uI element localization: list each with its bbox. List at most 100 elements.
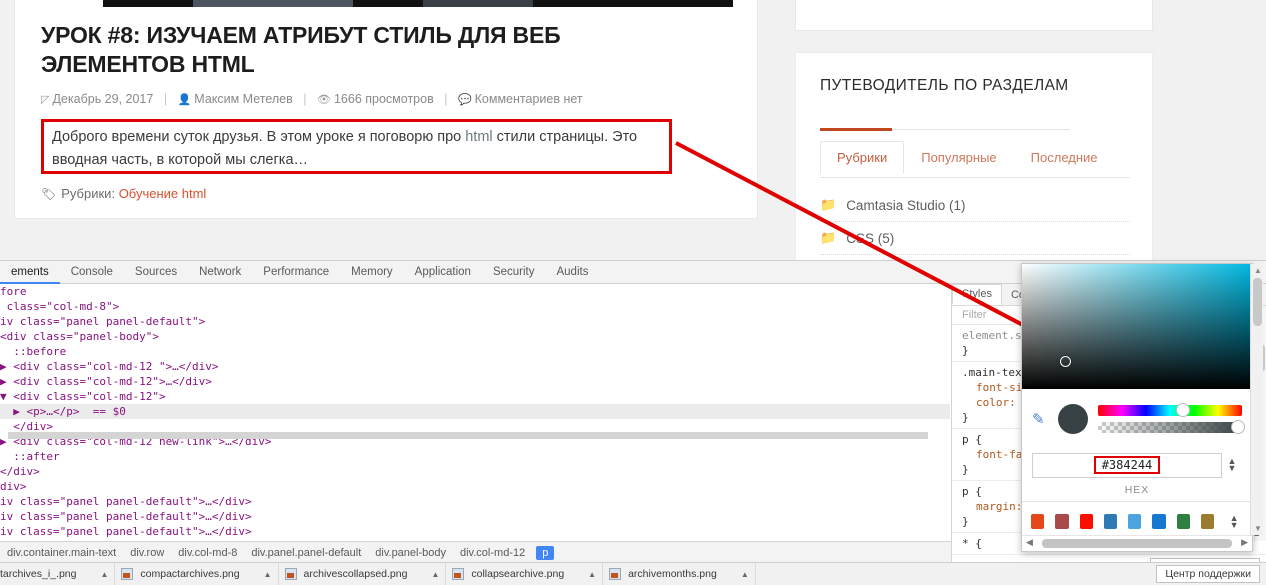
clock-icon: ◸ — [41, 94, 50, 106]
download-item[interactable]: archivemonths.png ▲ — [603, 563, 756, 585]
palette-swatch[interactable] — [1200, 514, 1215, 529]
sidebar-tab-rubriki[interactable]: Рубрики — [820, 141, 905, 174]
dom-line[interactable]: fore — [0, 284, 950, 299]
tab-network[interactable]: Network — [188, 261, 252, 284]
palette-swatch[interactable] — [1152, 514, 1166, 529]
breadcrumb-item[interactable]: div.panel.panel-default — [244, 547, 368, 559]
download-filename: compactarchives.png — [140, 568, 240, 580]
palette-swatch[interactable] — [1079, 514, 1093, 529]
chevron-up-icon[interactable]: ▲ — [588, 570, 596, 579]
palette-swatch[interactable] — [1031, 514, 1045, 529]
chevron-up-icon[interactable]: ▲ — [100, 570, 108, 579]
dom-line[interactable]: iv class="panel panel-default">…</div> — [0, 509, 950, 524]
dom-line[interactable]: iv class="panel panel-default">…</div> — [0, 494, 950, 509]
color-picker-popover[interactable]: ✎ #384244 ▲ ▼ HEX ▲ ▼ ◀ ▶ ▲ ▼ — [1021, 263, 1263, 552]
hue-slider[interactable] — [1098, 403, 1242, 417]
scrollbar-thumb[interactable] — [1042, 539, 1232, 548]
dom-line[interactable]: ::after — [0, 449, 950, 464]
scroll-down-icon[interactable]: ▼ — [1254, 524, 1262, 533]
folder-icon: 📁 — [820, 230, 837, 245]
article-thumbnail — [103, 0, 733, 7]
dom-line[interactable]: iv class="panel panel-default">…</div> — [0, 524, 950, 539]
folder-icon: 📁 — [820, 197, 837, 212]
hex-input-field[interactable]: #384244 — [1032, 452, 1222, 478]
thumbnail-strip-b — [423, 0, 533, 7]
download-filename: collapsearchive.png — [471, 568, 565, 580]
tab-audits[interactable]: Audits — [545, 261, 599, 284]
alpha-slider-handle[interactable] — [1231, 420, 1245, 434]
download-item[interactable]: collapsearchive.png ▲ — [446, 563, 604, 585]
color-spectrum-knob[interactable] — [1060, 356, 1071, 367]
chevron-up-icon[interactable]: ▲ — [741, 570, 749, 579]
palette-swatch[interactable] — [1128, 514, 1142, 529]
dom-line[interactable]: </div> — [0, 464, 950, 479]
dom-inline-scrollbar[interactable] — [8, 432, 928, 439]
download-item[interactable]: tarchives_i_.png ▲ — [0, 563, 116, 585]
dom-line[interactable]: ▼ <div class="col-md-12"> — [0, 389, 950, 404]
tab-performance[interactable]: Performance — [252, 261, 340, 284]
dom-line[interactable]: class="col-md-8"> — [0, 299, 950, 314]
sidebar-tab-popular[interactable]: Популярные — [904, 141, 1013, 174]
download-item[interactable]: archivescollapsed.png ▲ — [279, 563, 447, 585]
chevron-up-icon[interactable]: ▲ — [431, 570, 439, 579]
palette-swatch[interactable] — [1055, 514, 1069, 529]
download-item[interactable]: compactarchives.png ▲ — [115, 563, 279, 585]
list-item[interactable]: 📁 CSS (5) — [820, 222, 1130, 255]
palette-swatch[interactable] — [1103, 514, 1118, 529]
dom-line[interactable]: iv class="panel panel-default"> — [0, 314, 950, 329]
breadcrumb-item[interactable]: div.col-md-12 — [453, 547, 532, 559]
color-preview-swatch — [1058, 404, 1088, 434]
eyedropper-icon[interactable]: ✎ — [1032, 410, 1058, 428]
tab-elements[interactable]: ements — [0, 261, 60, 284]
scroll-right-icon[interactable]: ▶ — [1241, 537, 1248, 548]
list-item[interactable]: 📁 Camtasia Studio (1) — [820, 189, 1130, 222]
dom-line-selected[interactable]: ▶ <p>…</p> == $0 — [0, 404, 950, 419]
thumbnail-strip-a — [193, 0, 353, 7]
dom-line[interactable]: div> — [0, 479, 950, 494]
chevron-up-icon[interactable]: ▲ — [264, 570, 272, 579]
article-views: 1666 просмотров — [333, 92, 434, 106]
article-author: Максим Метелев — [194, 92, 293, 106]
breadcrumb-item[interactable]: div.col-md-8 — [171, 547, 244, 559]
article-categories: 🏷 Рубрики: Обучение html — [41, 186, 737, 201]
download-filename: tarchives_i_.png — [0, 568, 77, 580]
color-spectrum[interactable] — [1022, 264, 1252, 389]
category-link[interactable]: Обучение html — [119, 186, 207, 201]
article-excerpt: Доброго времени суток друзья. В этом уро… — [52, 126, 661, 172]
dom-line[interactable]: ▶ <div class="col-md-12 ">…</div> — [0, 359, 950, 374]
sidebar-tab-latest[interactable]: Последние — [1014, 141, 1115, 174]
tab-styles[interactable]: Styles — [952, 284, 1002, 305]
breadcrumb-item[interactable]: div.row — [123, 547, 171, 559]
tray-notification[interactable]: Центр поддержки — [1156, 565, 1260, 583]
format-stepper[interactable]: ▲ ▼ — [1222, 457, 1242, 473]
palette-swatch[interactable] — [1176, 514, 1190, 529]
scroll-up-icon[interactable]: ▲ — [1254, 266, 1262, 275]
hue-slider-handle[interactable] — [1175, 403, 1190, 417]
article-comments: Комментариев нет — [474, 92, 583, 106]
styles-outer-scrollbar[interactable]: ▲ ▼ — [1250, 264, 1263, 535]
tab-memory[interactable]: Memory — [340, 261, 404, 284]
tag-icon: 🏷 — [41, 187, 57, 201]
file-image-icon — [284, 568, 297, 580]
tab-application[interactable]: Application — [404, 261, 482, 284]
breadcrumb-item[interactable]: div.panel-body — [368, 547, 453, 559]
palette-horizontal-scrollbar[interactable]: ◀ ▶ — [1022, 535, 1252, 551]
scroll-left-icon[interactable]: ◀ — [1026, 537, 1033, 548]
dom-tree[interactable]: fore class="col-md-8"> iv class="panel p… — [0, 284, 950, 539]
tab-security[interactable]: Security — [482, 261, 546, 284]
tab-console[interactable]: Console — [60, 261, 124, 284]
sidebar-category-list: 📁 Camtasia Studio (1) 📁 CSS (5) — [820, 189, 1130, 255]
breadcrumb-item-selected[interactable]: p — [536, 545, 555, 560]
hex-value[interactable]: #384244 — [1093, 456, 1161, 474]
meta-separator-2: | — [303, 92, 307, 106]
article-card: УРОК #8: ИЗУЧАЕМ АТРИБУТ СТИЛЬ ДЛЯ ВЕБ Э… — [14, 0, 758, 219]
dom-line[interactable]: ▶ <div class="col-md-12">…</div> — [0, 374, 950, 389]
tab-sources[interactable]: Sources — [124, 261, 188, 284]
breadcrumb-item[interactable]: div.container.main-text — [0, 547, 123, 559]
alpha-slider[interactable] — [1098, 420, 1245, 434]
dom-line[interactable]: ::before — [0, 344, 950, 359]
download-filename: archivemonths.png — [628, 568, 717, 580]
dom-line[interactable]: <div class="panel-body"> — [0, 329, 950, 344]
palette-stepper[interactable]: ▲ ▼ — [1225, 513, 1243, 529]
scrollbar-thumb[interactable] — [1253, 278, 1262, 326]
